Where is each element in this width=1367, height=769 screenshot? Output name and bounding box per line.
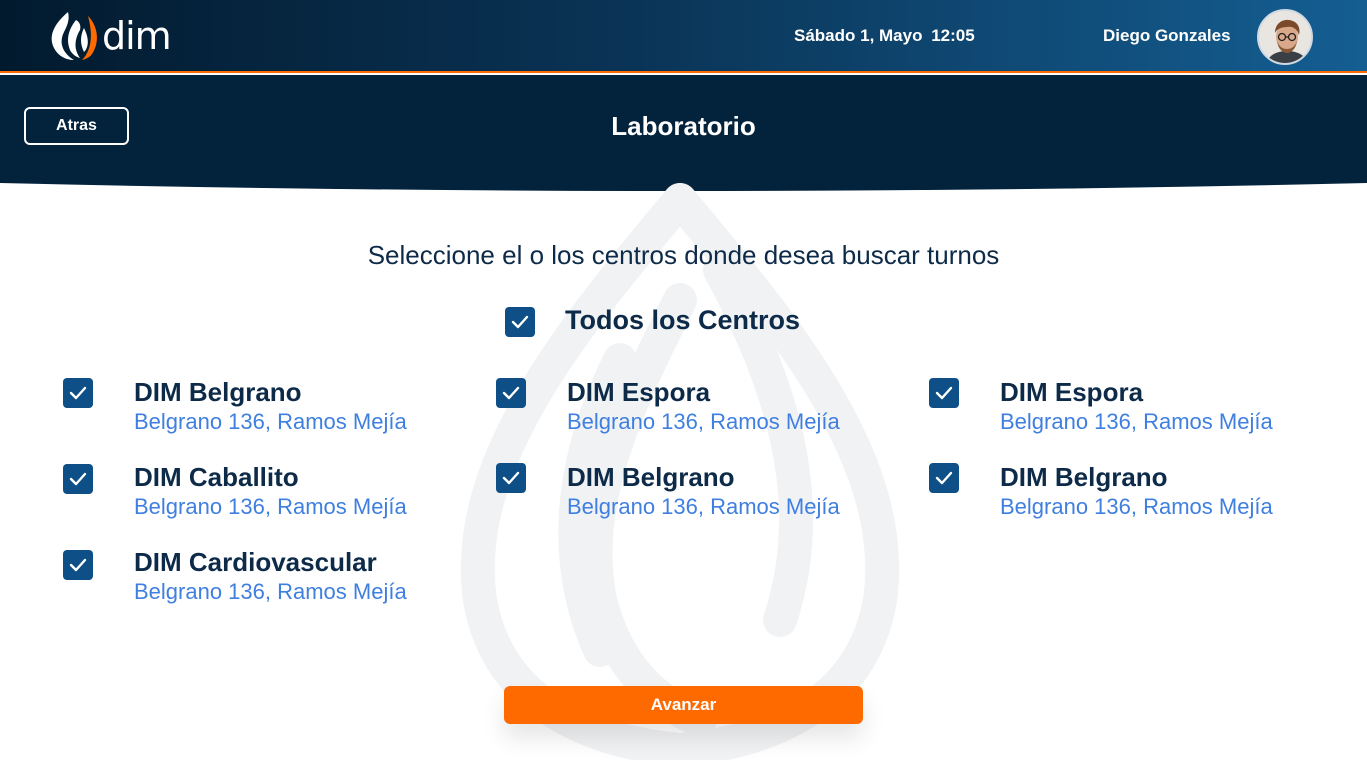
- center-address: Belgrano 136, Ramos Mejía: [1000, 409, 1273, 434]
- date-time: Sábado 1, Mayo 12:05: [794, 26, 975, 46]
- center-address: Belgrano 136, Ramos Mejía: [1000, 494, 1273, 519]
- user-name: Diego Gonzales: [1103, 26, 1231, 45]
- select-all-label[interactable]: Todos los Centros: [565, 305, 800, 336]
- center-name: DIM Espora: [1000, 377, 1144, 407]
- center-name: DIM Caballito: [134, 462, 299, 492]
- user-avatar[interactable]: [1257, 9, 1313, 65]
- center-name: DIM Belgrano: [1000, 462, 1168, 492]
- logo-text: dim: [102, 14, 172, 58]
- center-checkbox[interactable]: [496, 378, 526, 408]
- center-name: DIM Espora: [567, 377, 711, 407]
- center-checkbox[interactable]: [496, 463, 526, 493]
- center-name: DIM Cardiovascular: [134, 547, 377, 577]
- center-name: DIM Belgrano: [134, 377, 302, 407]
- app-logo: dim: [44, 10, 172, 62]
- check-icon: [69, 472, 87, 486]
- page-title: Laboratorio: [611, 111, 756, 141]
- check-icon: [69, 386, 87, 400]
- check-icon: [935, 471, 953, 485]
- center-address: Belgrano 136, Ramos Mejía: [567, 409, 840, 434]
- time-label: 12:05: [931, 26, 975, 45]
- center-address: Belgrano 136, Ramos Mejía: [134, 494, 407, 519]
- center-checkbox[interactable]: [63, 378, 93, 408]
- center-address: Belgrano 136, Ramos Mejía: [134, 409, 407, 434]
- select-all-checkbox[interactable]: [505, 307, 535, 337]
- check-icon: [69, 558, 87, 572]
- top-bar: dim Sábado 1, Mayo 12:05 Diego Gonzales: [0, 0, 1367, 73]
- center-checkbox[interactable]: [929, 463, 959, 493]
- center-name: DIM Belgrano: [567, 462, 735, 492]
- avatar-image: [1259, 11, 1311, 63]
- check-icon: [511, 315, 529, 329]
- center-checkbox[interactable]: [63, 464, 93, 494]
- check-icon: [502, 386, 520, 400]
- check-icon: [935, 386, 953, 400]
- check-icon: [502, 471, 520, 485]
- selection-prompt: Seleccione el o los centros donde desea …: [367, 240, 1000, 270]
- center-address: Belgrano 136, Ramos Mejía: [134, 579, 407, 604]
- flame-logo-icon: [51, 12, 97, 60]
- date-label: Sábado 1, Mayo: [794, 26, 923, 45]
- advance-button[interactable]: Avanzar: [504, 686, 863, 724]
- center-address: Belgrano 136, Ramos Mejía: [567, 494, 840, 519]
- center-checkbox[interactable]: [63, 550, 93, 580]
- center-checkbox[interactable]: [929, 378, 959, 408]
